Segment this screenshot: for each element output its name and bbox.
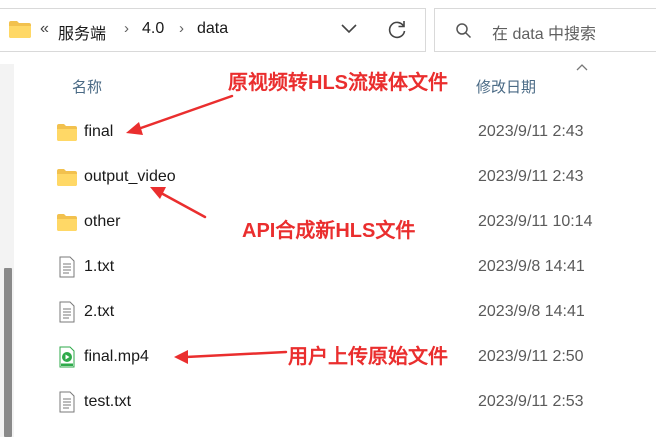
text-file-icon [59,391,75,413]
annotation-hls-source: 原视频转HLS流媒体文件 [228,72,448,94]
column-header-date-modified[interactable]: 修改日期 [476,76,536,97]
file-name[interactable]: final.mp4 [84,348,149,366]
search-icon [456,23,472,39]
file-date: 2023/9/11 2:53 [478,393,584,410]
file-name[interactable]: other [84,213,120,231]
file-name[interactable]: test.txt [84,393,131,411]
file-name[interactable]: 1.txt [84,258,114,276]
file-date: 2023/9/11 10:14 [478,213,593,230]
folder-icon [9,21,31,38]
annotation-api-merge: API合成新HLS文件 [242,220,416,242]
breadcrumb-item[interactable]: 服务端 [58,20,106,44]
file-name[interactable]: 2.txt [84,303,114,321]
search-placeholder[interactable]: 在 data 中搜索 [492,20,596,44]
file-date: 2023/9/8 14:41 [478,303,585,320]
video-file-icon [59,346,75,368]
file-date: 2023/9/11 2:43 [478,168,584,185]
chevron-right-icon[interactable]: › [179,20,184,37]
folder-icon [57,169,77,186]
annotation-arrow-head [150,187,166,199]
chevron-down-icon[interactable] [340,22,358,36]
file-date: 2023/9/11 2:43 [478,123,584,140]
breadcrumb-item[interactable]: data [197,20,228,38]
file-date: 2023/9/8 14:41 [478,258,585,275]
sort-caret-icon [576,64,588,71]
annotation-arrow [159,191,207,219]
scrollbar-thumb[interactable] [4,268,12,437]
refresh-icon[interactable] [386,18,408,40]
annotation-arrow-head [174,350,188,364]
text-file-icon [59,301,75,323]
annotation-user-upload: 用户上传原始文件 [288,346,448,368]
annotation-arrow [184,350,288,359]
annotation-arrow [136,94,234,131]
toolbar: « 服务端 › 4.0 › data 在 data 中搜索 [0,0,656,64]
file-date: 2023/9/11 2:50 [478,348,584,365]
breadcrumb-overflow[interactable]: « [40,20,49,38]
file-name[interactable]: final [84,123,113,141]
annotation-arrow-head [126,122,143,135]
column-header-name[interactable]: 名称 [72,76,102,97]
text-file-icon [59,256,75,278]
folder-icon [57,124,77,141]
file-name[interactable]: output_video [84,168,176,186]
folder-icon [57,214,77,231]
breadcrumb-item[interactable]: 4.0 [142,20,164,38]
chevron-right-icon[interactable]: › [124,20,129,37]
